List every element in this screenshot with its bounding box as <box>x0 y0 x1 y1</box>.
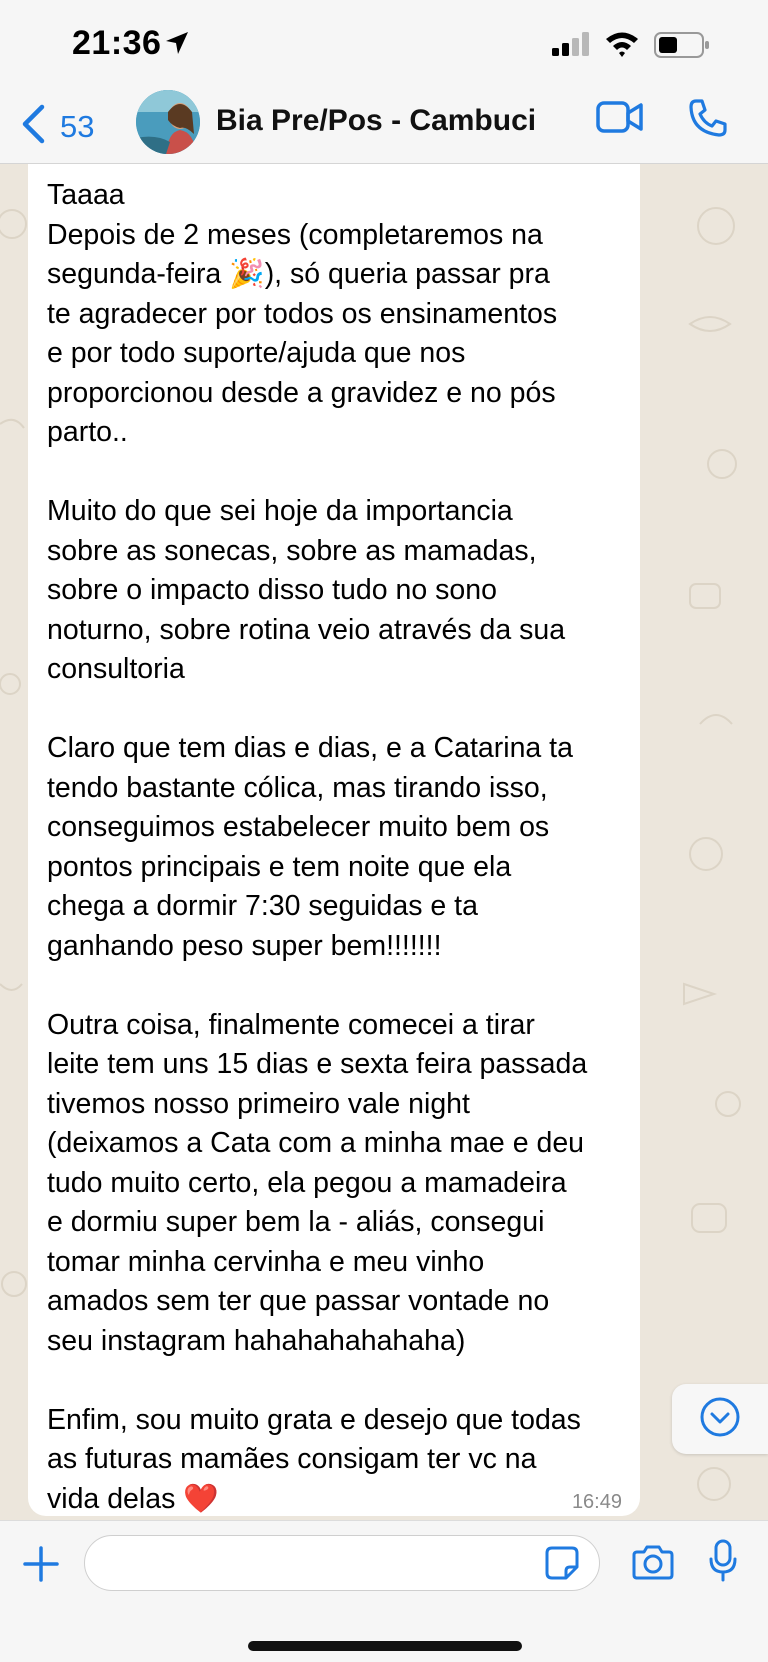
status-bar: 21:36 <box>0 0 768 90</box>
message-line: Muito do que sei hoje da importancia <box>47 495 513 527</box>
message-line: conseguimos estabelecer muito bem os <box>47 811 550 843</box>
message-line: segunda-feira 🎉), só queria passar pra <box>47 258 550 290</box>
message-line: e por todo suporte/ajuda que nos <box>47 337 466 369</box>
message-line: Claro que tem dias e dias, e a Catarina … <box>47 732 573 764</box>
message-line: amados sem ter que passar vontade no <box>47 1285 550 1317</box>
unread-count: 53 <box>60 108 95 144</box>
wifi-icon <box>604 30 640 63</box>
message-line <box>47 1361 620 1401</box>
message-line: vida delas ❤️ <box>47 1482 219 1515</box>
chat-header: 53 Bia Pre/Pos - Cambuci <box>0 90 768 164</box>
battery-icon <box>654 32 710 63</box>
scroll-down-button[interactable] <box>672 1384 768 1454</box>
message-line: chega a dormir 7:30 seguidas e ta <box>47 890 478 922</box>
message-line: Depois de 2 meses (completaremos na <box>47 218 543 251</box>
message-line: as futuras mamães consigam ter vc na <box>47 1443 537 1475</box>
message-text: Taaaa Depois de 2 meses (completaremos na… <box>47 176 620 1519</box>
message-line: Enfim, sou muito grata e desejo que toda… <box>47 1403 581 1436</box>
message-time: 16:49 <box>571 1491 622 1513</box>
back-button[interactable]: 53 <box>20 104 94 149</box>
message-line: seu instagram hahahahahahaha) <box>47 1324 466 1357</box>
message-line: tomar minha cervinha e meu vinho <box>47 1245 485 1278</box>
contact-name[interactable]: Bia Pre/Pos - Cambuci <box>216 104 536 138</box>
location-arrow-icon <box>164 30 190 61</box>
video-call-icon[interactable] <box>596 100 644 139</box>
message-line: parto.. <box>47 416 128 448</box>
message-line: sobre as sonecas, sobre as mamadas, <box>47 534 537 567</box>
plus-icon[interactable] <box>22 1545 60 1588</box>
cellular-signal-icon <box>552 32 592 61</box>
message-line: noturno, sobre rotina veio através da su… <box>47 613 566 646</box>
message-line: pontos principais e tem noite que ela <box>47 850 512 883</box>
message-line: Taaaa <box>47 179 125 211</box>
message-line: ganhando peso super bem!!!!!!! <box>47 929 442 962</box>
message-line: leite tem uns 15 dias e sexta feira pass… <box>47 1048 588 1080</box>
message-line: te agradecer por todos os ensinamentos <box>47 297 558 330</box>
phone-call-icon[interactable] <box>688 98 728 143</box>
message-line: tendo bastante cólica, mas tirando isso, <box>47 771 548 804</box>
message-line <box>47 966 620 1006</box>
microphone-icon[interactable] <box>708 1539 738 1588</box>
message-line: sobre o impacto disso tudo no sono <box>47 574 497 606</box>
sticker-icon[interactable] <box>544 1545 580 1586</box>
message-input[interactable] <box>84 1535 600 1591</box>
message-line: consultoria <box>47 653 185 685</box>
message-line <box>47 690 620 730</box>
message-line: (deixamos a Cata com a minha mae e deu <box>47 1127 585 1159</box>
avatar[interactable] <box>136 90 200 154</box>
input-bar <box>0 1520 768 1662</box>
message-line: tivemos nosso primeiro vale night <box>47 1087 470 1120</box>
status-time: 21:36 <box>72 24 162 62</box>
home-indicator <box>248 1641 522 1651</box>
chevron-down-circle-icon <box>699 1396 741 1443</box>
chevron-left-icon <box>20 104 46 149</box>
message-line: Outra coisa, finalmente comecei a tirar <box>47 1008 535 1041</box>
message-line: e dormiu super bem la - aliás, consegui <box>47 1206 545 1238</box>
message-bubble[interactable]: Taaaa Depois de 2 meses (completaremos na… <box>28 164 640 1516</box>
message-line: tudo muito certo, ela pegou a mamadeira <box>47 1166 567 1199</box>
camera-icon[interactable] <box>632 1543 674 1586</box>
message-line <box>47 453 620 493</box>
chat-area[interactable]: Taaaa Depois de 2 meses (completaremos na… <box>0 164 768 1520</box>
message-line: proporcionou desde a gravidez e no pós <box>47 376 556 409</box>
